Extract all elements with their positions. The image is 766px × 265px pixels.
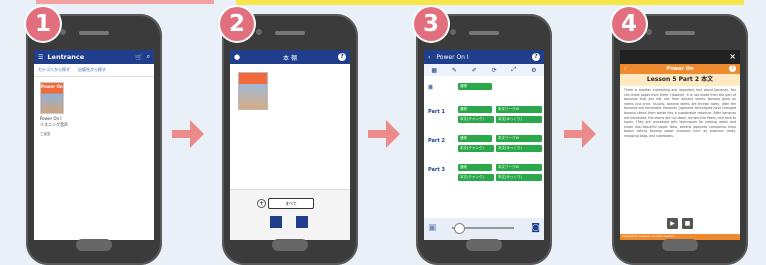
bookshelf-toolbar: + すべて xyxy=(230,189,350,240)
row-label: Part 2 xyxy=(428,138,445,144)
tab-category[interactable]: カテゴリから探す xyxy=(38,67,70,73)
back-icon[interactable]: ‹ xyxy=(624,64,626,74)
header-accent-yellow xyxy=(236,0,744,5)
stop-button[interactable]: ■ xyxy=(682,218,693,229)
pencil-icon[interactable]: ✎ xyxy=(452,67,457,74)
menu-icon[interactable]: ☰ xyxy=(38,54,43,61)
help-icon[interactable]: ? xyxy=(338,53,346,61)
track-button[interactable]: 通常 xyxy=(458,106,492,113)
player-title: Power On xyxy=(666,66,694,72)
grid-icon[interactable]: ▦ xyxy=(431,67,437,74)
camera-icon xyxy=(60,29,66,35)
user-icon[interactable]: ● xyxy=(234,53,240,61)
book-thumb-icon[interactable]: ▣ xyxy=(428,223,437,233)
row-label: 目 xyxy=(428,85,434,91)
add-button[interactable]: + xyxy=(257,199,266,208)
expand-icon[interactable]: ⤢ xyxy=(511,66,516,74)
player-controls: ▶ ■ xyxy=(620,218,740,232)
step-badge-3: 3 xyxy=(414,7,448,41)
playlist-icon[interactable]: ◙ xyxy=(531,223,540,233)
home-button xyxy=(466,239,502,251)
tab-publisher[interactable]: 出版社から探す xyxy=(78,67,106,73)
help-icon[interactable]: ? xyxy=(532,53,540,61)
filter-select[interactable]: すべて xyxy=(268,198,314,209)
slider-handle[interactable] xyxy=(454,223,465,234)
cart-icon[interactable]: 🛒 xyxy=(135,54,142,61)
row-label: Part 3 xyxy=(428,167,445,173)
row-label: Part 1 xyxy=(428,109,445,115)
phone-step-4: × ‹ Power On ? Lesson 5 Part 2 本文 There … xyxy=(612,14,748,265)
search-icon[interactable]: ⌕ xyxy=(147,53,150,61)
pen-icon[interactable]: ✐ xyxy=(472,67,477,74)
track-button[interactable]: 本文(チャンク) xyxy=(458,116,494,123)
bookshelf-title: 本 棚 xyxy=(283,54,297,62)
bookshelf-book[interactable] xyxy=(238,72,268,110)
track-button[interactable]: 通常 xyxy=(458,164,492,171)
track-button[interactable]: 本文(ゆっくり) xyxy=(496,145,542,152)
camera-icon xyxy=(450,29,456,35)
player-top-bar: × xyxy=(620,50,740,64)
book-name: Power On I リスニング音声 xyxy=(40,116,68,128)
track-button[interactable]: 本文(チャンク) xyxy=(458,174,494,181)
track-toolbar: ▦ ✎ ✐ ⟳ ⤢ ⚙ xyxy=(424,64,544,76)
track-button[interactable]: 本文ワークW xyxy=(496,135,542,142)
track-button[interactable]: 通常 xyxy=(458,135,492,142)
step-badge-2: 2 xyxy=(220,7,254,41)
lesson-body-text: There is another interesting and importa… xyxy=(624,88,736,138)
back-icon[interactable]: ‹ xyxy=(428,54,430,61)
screen-player: × ‹ Power On ? Lesson 5 Part 2 本文 There … xyxy=(620,50,740,240)
speaker-icon xyxy=(275,31,305,35)
playback-bar: ▣ ◙ xyxy=(424,218,544,240)
play-button[interactable]: ▶ xyxy=(667,218,678,229)
close-icon[interactable]: × xyxy=(729,52,736,61)
camera-icon xyxy=(256,29,262,35)
bookshelf-header: ● 本 棚 ? xyxy=(230,50,350,64)
step-badge-4: 4 xyxy=(612,7,646,41)
camera-icon xyxy=(646,29,652,35)
track-list-title: Power On I xyxy=(436,53,469,61)
book-publisher: 三省堂 xyxy=(40,132,51,136)
step-badge-1: 1 xyxy=(26,7,60,41)
home-button xyxy=(272,239,308,251)
track-button[interactable]: 通常 xyxy=(458,83,492,90)
track-button[interactable]: 本文(チャンク) xyxy=(458,145,494,152)
header-accent-pink xyxy=(36,0,214,4)
speaker-icon xyxy=(469,31,499,35)
phone-step-1: ☰ Lentrance 🛒 ⌕ カテゴリから探す 出版社から探す Power O… xyxy=(26,14,162,265)
store-tabs: カテゴリから探す 出版社から探す xyxy=(34,64,154,77)
track-button[interactable]: 本文ワークW xyxy=(496,106,542,113)
phone-step-2: ● 本 棚 ? + すべて xyxy=(222,14,358,265)
screen-store: ☰ Lentrance 🛒 ⌕ カテゴリから探す 出版社から探す Power O… xyxy=(34,50,154,240)
player-header: ‹ Power On ? xyxy=(620,64,740,74)
store-header: ☰ Lentrance 🛒 ⌕ xyxy=(34,50,154,64)
grid-view-icon[interactable] xyxy=(270,216,282,228)
screen-track-list: ‹ Power On I ? ▦ ✎ ✐ ⟳ ⤢ ⚙ 目 通常 Part 1 通… xyxy=(424,50,544,240)
home-button xyxy=(76,239,112,251)
track-button[interactable]: 本文(ゆっくり) xyxy=(496,174,542,181)
lesson-title: Lesson 5 Part 2 本文 xyxy=(620,74,740,86)
track-list-header: ‹ Power On I ? xyxy=(424,50,544,64)
repeat-icon[interactable]: ⟳ xyxy=(492,67,497,74)
home-button xyxy=(662,239,698,251)
brand-logo: Lentrance xyxy=(47,53,85,61)
book-name-line-2: リスニング音声 xyxy=(40,122,68,127)
phone-step-3: ‹ Power On I ? ▦ ✎ ✐ ⟳ ⤢ ⚙ 目 通常 Part 1 通… xyxy=(416,14,552,265)
book-cover-title: Power On xyxy=(41,84,63,89)
list-view-icon[interactable] xyxy=(296,216,308,228)
settings-icon[interactable]: ⚙ xyxy=(531,67,536,74)
screen-bookshelf: ● 本 棚 ? + すべて xyxy=(230,50,350,240)
track-button[interactable]: 本文ワークW xyxy=(496,164,542,171)
speaker-icon xyxy=(79,31,109,35)
speaker-icon xyxy=(665,31,695,35)
help-icon[interactable]: ? xyxy=(729,65,736,72)
track-button[interactable]: 本文(ゆっくり) xyxy=(496,116,542,123)
